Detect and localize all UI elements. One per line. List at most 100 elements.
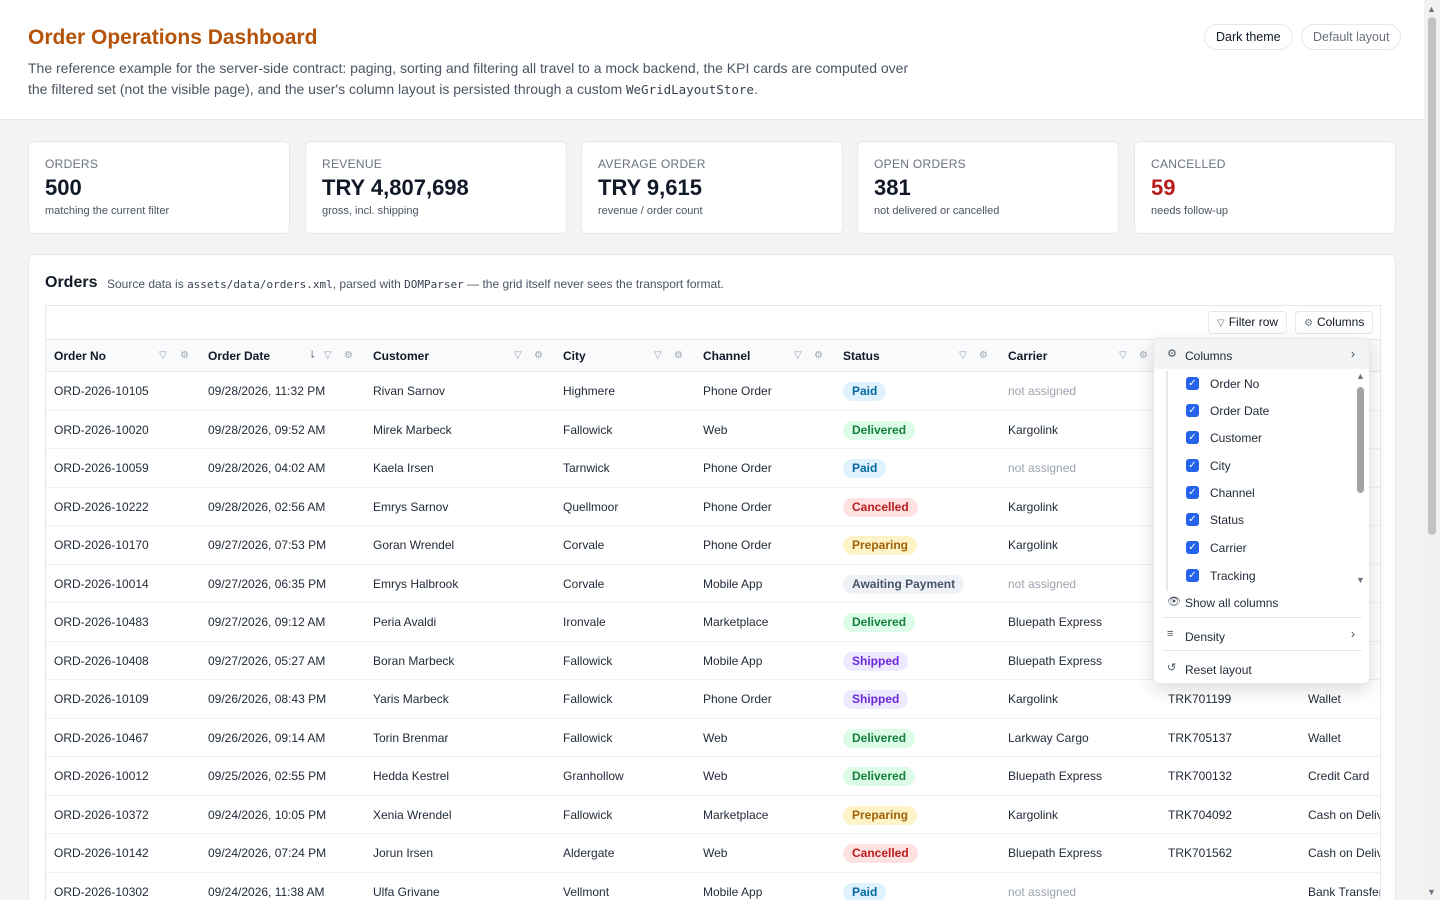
scroll-down-icon[interactable]: ▼ bbox=[1356, 575, 1365, 585]
cell-customer: Ulfa Grivane bbox=[373, 884, 440, 899]
filter-icon: ▽ bbox=[1217, 318, 1225, 329]
status-badge: Paid bbox=[843, 382, 887, 401]
dark-theme-button[interactable]: Dark theme bbox=[1204, 24, 1293, 50]
chevron-right-icon: › bbox=[1351, 627, 1355, 641]
table-row[interactable]: ORD-2026-10302 09/24/2026, 11:38 AM Ulfa G… bbox=[46, 873, 1380, 900]
filter-icon[interactable]: ▽ bbox=[654, 340, 662, 372]
sort-descending-icon[interactable]: ⇂ bbox=[308, 340, 316, 372]
gear-icon: ⚙ bbox=[1304, 318, 1313, 329]
reset-layout-item[interactable]: Reset layout bbox=[1185, 663, 1252, 677]
table-row[interactable]: ORD-2026-10012 09/25/2026, 02:55 PM Hedda … bbox=[46, 757, 1380, 796]
kpi-card-open-orders: OPEN ORDERS 381 not delivered or cancell… bbox=[857, 141, 1119, 234]
checkbox-checked-icon[interactable]: ✓ bbox=[1186, 404, 1199, 417]
cell-order-date: 09/25/2026, 02:55 PM bbox=[208, 769, 327, 783]
cell-city: Fallowick bbox=[563, 653, 613, 668]
page-scrollbar-thumb[interactable] bbox=[1428, 17, 1436, 535]
filter-icon[interactable]: ▽ bbox=[514, 340, 522, 372]
column-list-scrollbar-thumb[interactable] bbox=[1357, 387, 1364, 493]
column-header-city[interactable]: City bbox=[555, 340, 586, 372]
column-header-status[interactable]: Status bbox=[835, 340, 880, 372]
kpi-card-cancelled: CANCELLED 59 needs follow-up bbox=[1134, 141, 1396, 234]
gear-icon: ⚙ bbox=[1167, 348, 1177, 360]
cell-customer: Emrys Sarnov bbox=[373, 499, 449, 514]
status-badge: Shipped bbox=[843, 690, 909, 709]
checkbox-checked-icon[interactable]: ✓ bbox=[1186, 459, 1199, 472]
cell-status: Preparing bbox=[835, 796, 995, 834]
cell-city: Fallowick bbox=[563, 807, 613, 822]
cell-order-no: ORD-2026-10170 bbox=[54, 538, 149, 552]
filter-icon[interactable]: ▽ bbox=[959, 340, 967, 372]
cell-order-no: ORD-2026-10059 bbox=[54, 461, 149, 475]
cell-status: Paid bbox=[835, 372, 995, 410]
code-layout-store: WeGridLayoutStore bbox=[626, 82, 754, 97]
column-header-order-date[interactable]: Order Date bbox=[200, 340, 270, 372]
show-all-columns-item[interactable]: Show all columns bbox=[1185, 596, 1278, 610]
columns-button[interactable]: ⚙ Columns bbox=[1295, 311, 1374, 334]
gear-icon[interactable]: ⚙ bbox=[534, 340, 543, 372]
gear-icon[interactable]: ⚙ bbox=[814, 340, 823, 372]
cell-city: Highmere bbox=[563, 384, 616, 398]
chevron-right-icon: › bbox=[1351, 347, 1355, 361]
kpi-card-average-order: AVERAGE ORDER TRY 9,615 revenue / order … bbox=[581, 141, 843, 234]
filter-icon[interactable]: ▽ bbox=[794, 340, 802, 372]
eye-icon: 👁 bbox=[1167, 596, 1181, 608]
cell-order-date: 09/28/2026, 02:56 AM bbox=[208, 499, 326, 514]
cell-city: Quellmoor bbox=[563, 499, 619, 514]
checkbox-checked-icon[interactable]: ✓ bbox=[1186, 569, 1199, 582]
gear-icon[interactable]: ⚙ bbox=[674, 340, 683, 372]
table-row[interactable]: ORD-2026-10467 09/26/2026, 09:14 AM Torin … bbox=[46, 719, 1380, 757]
cell-customer: Xenia Wrendel bbox=[373, 807, 452, 822]
checkbox-checked-icon[interactable]: ✓ bbox=[1186, 377, 1199, 390]
cell-status: Paid bbox=[835, 449, 995, 487]
scroll-down-icon[interactable]: ▼ bbox=[1427, 887, 1436, 897]
kpi-card-revenue: REVENUE TRY 4,807,698 gross, incl. shipp… bbox=[305, 141, 567, 234]
default-layout-button[interactable]: Default layout bbox=[1301, 24, 1402, 50]
gear-icon[interactable]: ⚙ bbox=[344, 340, 353, 372]
filter-row-button[interactable]: ▽ Filter row bbox=[1208, 311, 1288, 334]
cell-payment: Credit Card bbox=[1308, 769, 1370, 783]
cell-tracking: TRK704092 bbox=[1168, 807, 1233, 822]
cell-order-date: 09/24/2026, 10:05 PM bbox=[208, 807, 327, 822]
cell-status: Delivered bbox=[835, 757, 995, 795]
scroll-up-icon[interactable]: ▲ bbox=[1427, 4, 1436, 14]
cell-carrier: Bluepath Express bbox=[1008, 846, 1103, 860]
checkbox-checked-icon[interactable]: ✓ bbox=[1186, 486, 1199, 499]
scroll-up-icon[interactable]: ▲ bbox=[1356, 371, 1365, 381]
cell-channel: Marketplace bbox=[703, 807, 769, 822]
checkbox-checked-icon[interactable]: ✓ bbox=[1186, 431, 1199, 444]
checkbox-checked-icon[interactable]: ✓ bbox=[1186, 513, 1199, 526]
status-badge: Shipped bbox=[843, 651, 909, 671]
cell-order-date: 09/28/2026, 09:52 AM bbox=[208, 422, 326, 437]
cell-order-no: ORD-2026-10408 bbox=[54, 653, 149, 668]
gear-icon[interactable]: ⚙ bbox=[180, 340, 189, 372]
column-header-carrier[interactable]: Carrier bbox=[1000, 340, 1047, 372]
cell-order-no: ORD-2026-10467 bbox=[54, 730, 149, 745]
gear-icon[interactable]: ⚙ bbox=[1139, 340, 1148, 372]
cell-order-date: 09/28/2026, 11:32 PM bbox=[208, 384, 326, 398]
status-badge: Cancelled bbox=[843, 844, 918, 863]
density-item[interactable]: Density bbox=[1185, 630, 1225, 644]
cell-channel: Web bbox=[703, 730, 728, 745]
gear-icon[interactable]: ⚙ bbox=[979, 340, 988, 372]
cell-channel: Web bbox=[703, 422, 728, 437]
column-header-order-no[interactable]: Order No bbox=[46, 340, 106, 372]
filter-icon[interactable]: ▽ bbox=[1119, 340, 1127, 372]
cell-channel: Web bbox=[703, 769, 728, 783]
filter-icon[interactable]: ▽ bbox=[159, 340, 167, 372]
cell-order-no: ORD-2026-10012 bbox=[54, 769, 149, 783]
cell-payment: Wallet bbox=[1308, 730, 1341, 745]
cell-payment: Wallet bbox=[1308, 692, 1341, 706]
table-row[interactable]: ORD-2026-10109 09/26/2026, 08:43 PM Yaris … bbox=[46, 680, 1380, 719]
checkbox-checked-icon[interactable]: ✓ bbox=[1186, 541, 1199, 554]
table-row[interactable]: ORD-2026-10142 09/24/2026, 07:24 PM Jorun … bbox=[46, 834, 1380, 873]
cell-carrier: not assigned bbox=[1008, 576, 1077, 591]
filter-icon[interactable]: ▽ bbox=[324, 340, 332, 372]
status-badge: Awaiting Payment bbox=[843, 574, 965, 594]
cell-carrier: Kargolink bbox=[1008, 499, 1059, 514]
column-header-customer[interactable]: Customer bbox=[365, 340, 429, 372]
cell-order-no: ORD-2026-10222 bbox=[54, 499, 149, 514]
cell-status: Delivered bbox=[835, 603, 995, 641]
column-header-channel[interactable]: Channel bbox=[695, 340, 750, 372]
menu-divider bbox=[1162, 650, 1362, 651]
table-row[interactable]: ORD-2026-10372 09/24/2026, 10:05 PM Xenia … bbox=[46, 796, 1380, 834]
